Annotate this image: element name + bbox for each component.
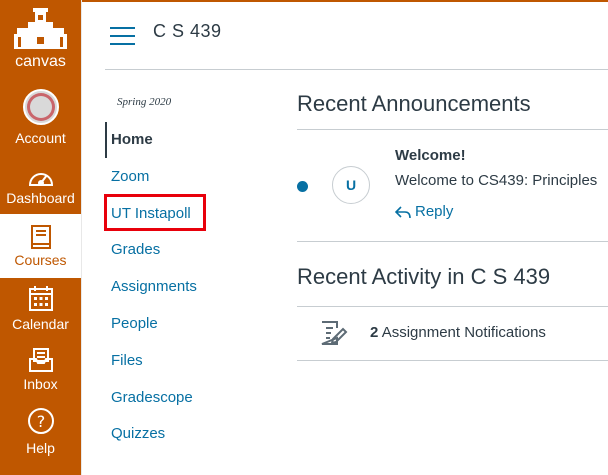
- nav-label: Calendar: [12, 316, 69, 332]
- recent-announcements-heading: Recent Announcements: [297, 91, 531, 116]
- course-nav-quizzes[interactable]: Quizzes: [105, 416, 165, 452]
- hamburger-menu-button[interactable]: [110, 27, 135, 45]
- course-nav-assignments[interactable]: Assignments: [105, 269, 197, 305]
- activity-bottom-divider: [297, 360, 608, 361]
- book-icon: [0, 224, 81, 250]
- global-nav-courses[interactable]: Courses: [0, 214, 81, 278]
- course-nav-grades[interactable]: Grades: [105, 232, 160, 268]
- activity-divider: [297, 306, 608, 307]
- course-nav-gradescope[interactable]: Gradescope: [105, 380, 193, 416]
- header-divider: [105, 69, 608, 70]
- announcement-preview: Welcome to CS439: Principles: [395, 172, 598, 189]
- top-accent-line: [0, 0, 608, 2]
- notification-label: Assignment Notifications: [381, 324, 546, 341]
- tower-icon: [14, 8, 67, 49]
- hamburger-bar: [110, 43, 135, 45]
- global-nav-inbox[interactable]: Inbox: [0, 344, 81, 402]
- nav-label: Inbox: [23, 376, 58, 392]
- course-title[interactable]: C S 439: [153, 21, 222, 42]
- announcements-divider: [297, 129, 608, 130]
- global-nav-help[interactable]: ? Help: [0, 404, 81, 464]
- global-nav-dashboard[interactable]: Dashboard: [0, 156, 81, 214]
- reply-label: Reply: [415, 203, 454, 220]
- activity-notification[interactable]: 2 Assignment Notifications: [370, 324, 546, 341]
- rail-divider: [81, 0, 82, 475]
- reply-arrow-icon: [395, 205, 411, 218]
- course-nav-files[interactable]: Files: [105, 343, 143, 379]
- nav-label: Help: [26, 440, 55, 456]
- hamburger-bar: [110, 27, 135, 29]
- term-label: Spring 2020: [117, 96, 172, 108]
- hamburger-bar: [110, 35, 135, 37]
- announcement-title[interactable]: Welcome!: [395, 147, 466, 164]
- unread-indicator-dot: [297, 181, 308, 192]
- reply-link[interactable]: Reply: [395, 203, 453, 220]
- course-nav-home[interactable]: Home: [105, 122, 153, 158]
- global-nav-account[interactable]: Account: [0, 86, 81, 150]
- help-question-icon: ?: [0, 407, 81, 435]
- global-nav-rail: canvas Account Dashboard Courses Calenda…: [0, 0, 81, 475]
- announcements-bottom-divider: [297, 241, 608, 242]
- recent-activity-heading: Recent Activity in C S 439: [297, 264, 551, 289]
- highlight-annotation-box: [104, 194, 206, 231]
- assignment-edit-icon: [321, 321, 348, 345]
- account-avatar-icon: [0, 88, 81, 126]
- canvas-logo[interactable]: canvas: [0, 4, 81, 76]
- nav-label: Dashboard: [6, 190, 75, 206]
- logo-text: canvas: [15, 53, 66, 70]
- course-nav-people[interactable]: People: [105, 306, 158, 342]
- dashboard-gauge-icon: [0, 164, 81, 190]
- global-nav-calendar[interactable]: Calendar: [0, 280, 81, 342]
- author-avatar[interactable]: U: [332, 166, 370, 204]
- nav-label: Courses: [14, 252, 67, 268]
- course-nav-zoom[interactable]: Zoom: [105, 159, 149, 195]
- notification-count: 2: [370, 324, 379, 341]
- inbox-icon: [0, 346, 81, 374]
- calendar-icon: [0, 284, 81, 312]
- svg-text:?: ?: [36, 412, 45, 431]
- nav-label: Account: [15, 130, 66, 146]
